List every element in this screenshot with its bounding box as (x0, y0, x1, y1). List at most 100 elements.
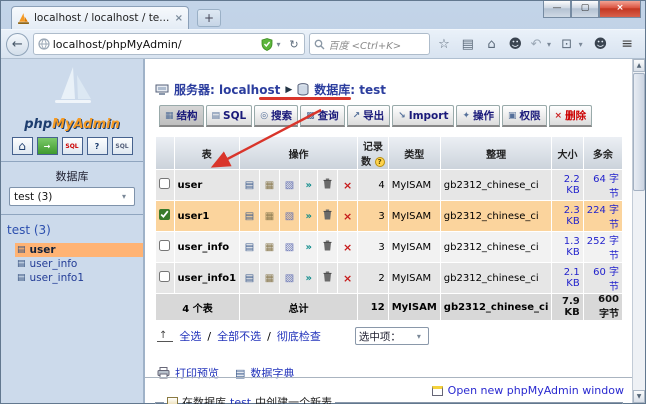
sql-window-button[interactable]: SQL (62, 137, 83, 155)
screenshot-icon[interactable]: ⊡ (559, 37, 575, 52)
search-bar[interactable]: 百度 <Ctrl+K> (309, 33, 430, 55)
search-icon[interactable]: ▧ (285, 273, 294, 284)
col-name[interactable]: 表 (175, 137, 240, 169)
menu-icon[interactable]: ≡ (614, 36, 640, 52)
tab-operations[interactable]: ✦操作 (456, 105, 500, 127)
tab-query[interactable]: ▩查询 (300, 105, 345, 127)
browse-icon[interactable]: ▤ (245, 180, 254, 191)
with-selected-select[interactable]: 选中项： ▾ (355, 327, 429, 345)
check-overhead-link[interactable]: 彻底检查 (277, 328, 321, 344)
tab-close-icon[interactable]: × (175, 13, 183, 24)
screenshot-dropdown-icon[interactable]: ▾ (579, 40, 587, 49)
drop-icon[interactable]: × (343, 272, 352, 285)
feedback-smiley-icon[interactable]: ☻ (505, 37, 525, 52)
reload-icon[interactable]: ↻ (287, 38, 300, 51)
minimize-button[interactable]: — (543, 1, 571, 18)
col-overhead[interactable]: 多余 (584, 137, 622, 169)
tab-drop[interactable]: ×删除 (549, 105, 593, 127)
breadcrumb-server-link[interactable]: 服务器: localhost (174, 81, 280, 98)
undo-dropdown-icon[interactable]: ▾ (547, 40, 555, 49)
tab-privileges[interactable]: ▣权限 (502, 105, 547, 127)
database-heading-link[interactable]: test (3) (1, 214, 143, 243)
undo-icon[interactable]: ↶ (529, 37, 543, 52)
breadcrumb-database-link[interactable]: 数据库: test (314, 81, 386, 98)
structure-icon[interactable]: ▦ (265, 242, 274, 253)
row-checkbox[interactable] (159, 209, 170, 220)
scroll-up-icon[interactable]: ▲ (633, 59, 645, 72)
pma-logo[interactable]: phpMyAdmin (1, 59, 143, 133)
bookmark-star-icon[interactable]: ☆ (434, 37, 454, 52)
url-text[interactable]: localhost/phpMyAdmin/ (53, 38, 259, 51)
overhead-cell[interactable]: 60 字节 (584, 263, 622, 293)
col-size[interactable]: 大小 (552, 137, 582, 169)
back-button[interactable]: ← (6, 33, 29, 56)
site-dropdown-icon[interactable]: ▾ (276, 40, 284, 49)
drop-icon[interactable]: × (343, 241, 352, 254)
overhead-cell[interactable]: 64 字节 (584, 170, 622, 200)
table-name-link[interactable]: user1 (175, 201, 240, 231)
row-checkbox[interactable] (159, 271, 170, 282)
structure-icon[interactable]: ▦ (265, 180, 274, 191)
col-collation[interactable]: 整理 (441, 137, 552, 169)
structure-icon[interactable]: ▦ (265, 273, 274, 284)
size-cell[interactable]: 2.2 KB (552, 170, 582, 200)
empty-icon[interactable] (318, 170, 337, 200)
main-scrollbar[interactable]: ▲ ▼ (632, 59, 645, 403)
close-button[interactable]: × (599, 1, 641, 18)
tab-export[interactable]: ↗导出 (347, 105, 391, 127)
browse-icon[interactable]: ▤ (245, 242, 254, 253)
new-tab-button[interactable]: + (197, 9, 221, 27)
url-bar[interactable]: localhost/phpMyAdmin/ ▾ ↻ (33, 33, 306, 55)
drop-icon[interactable]: × (343, 210, 352, 223)
browse-icon[interactable]: ▤ (245, 273, 254, 284)
sidebar-item-user[interactable]: ▤ user (15, 243, 143, 257)
empty-icon[interactable] (318, 263, 337, 293)
sidebar-item-user-info1[interactable]: ▤ user_info1 (15, 271, 143, 285)
home-icon[interactable]: ⌂ (482, 37, 502, 52)
structure-icon[interactable]: ▦ (265, 211, 274, 222)
tab-sql[interactable]: ▤SQL (206, 105, 253, 127)
uncheck-all-link[interactable]: 全部不选 (217, 328, 261, 344)
scrollbar-thumb[interactable] (633, 73, 645, 191)
search-icon[interactable]: ▧ (285, 180, 294, 191)
tab-structure[interactable]: ▦结构 (159, 105, 204, 127)
size-cell[interactable]: 2.3 KB (552, 201, 582, 231)
scroll-down-icon[interactable]: ▼ (633, 390, 645, 403)
search-icon[interactable]: ▧ (285, 242, 294, 253)
hint-icon[interactable]: ? (375, 157, 385, 167)
table-name-link[interactable]: user_info (175, 232, 240, 262)
bookmarks-menu-icon[interactable]: ▤ (458, 37, 478, 52)
tab-import[interactable]: ↘Import (392, 105, 454, 127)
drop-icon[interactable]: × (343, 179, 352, 192)
shield-icon[interactable] (261, 38, 273, 51)
insert-icon[interactable]: » (305, 211, 311, 222)
insert-icon[interactable]: » (305, 273, 311, 284)
overhead-cell[interactable]: 252 字节 (584, 232, 622, 262)
search-icon[interactable]: ▧ (285, 211, 294, 222)
col-records[interactable]: 记录数 ? (358, 137, 388, 169)
check-all-link[interactable]: 全选 (179, 328, 201, 344)
home-button[interactable]: ⌂ (12, 137, 33, 155)
size-cell[interactable]: 1.3 KB (552, 232, 582, 262)
empty-icon[interactable] (318, 232, 337, 262)
col-type[interactable]: 类型 (389, 137, 440, 169)
logout-button[interactable]: → (37, 137, 58, 155)
row-checkbox[interactable] (159, 240, 170, 251)
table-name-link[interactable]: user (175, 170, 240, 200)
empty-icon[interactable] (318, 201, 337, 231)
sql-docs-button[interactable]: SQL (112, 137, 133, 155)
sidebar-item-user-info[interactable]: ▤ user_info (15, 257, 143, 271)
insert-icon[interactable]: » (305, 242, 311, 253)
size-cell[interactable]: 2.1 KB (552, 263, 582, 293)
chat-bubble-icon[interactable]: ☻ (591, 37, 611, 52)
docs-button[interactable]: ? (87, 137, 108, 155)
search-placeholder[interactable]: 百度 <Ctrl+K> (328, 37, 401, 52)
row-checkbox[interactable] (159, 178, 170, 189)
table-name-link[interactable]: user_info1 (175, 263, 240, 293)
maximize-button[interactable]: ▢ (571, 1, 599, 18)
tab-search[interactable]: ◎搜索 (254, 105, 298, 127)
open-new-window-link[interactable]: Open new phpMyAdmin window (448, 384, 624, 397)
database-select[interactable]: test (3) ▾ (9, 187, 135, 206)
browse-icon[interactable]: ▤ (245, 211, 254, 222)
overhead-cell[interactable]: 224 字节 (584, 201, 622, 231)
